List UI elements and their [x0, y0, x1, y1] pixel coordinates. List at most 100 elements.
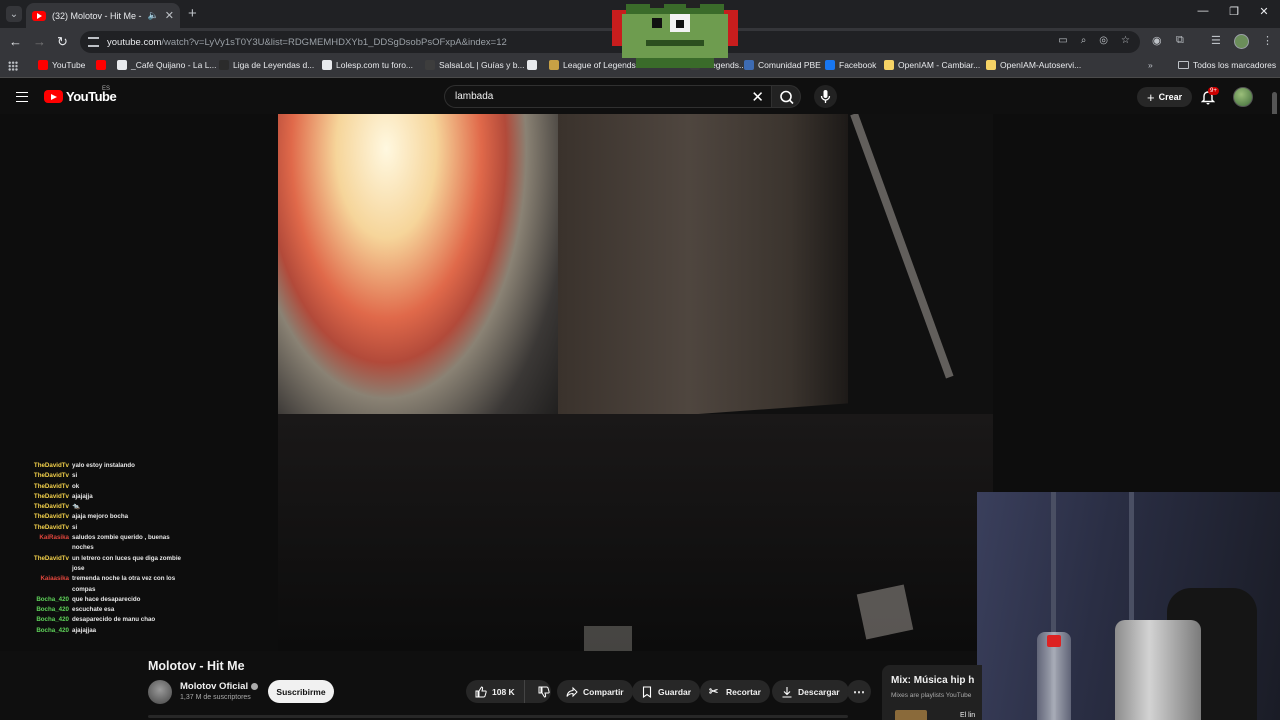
speaker-icon[interactable]: 🔈: [148, 10, 159, 21]
mix-playlist-panel[interactable]: Mix: Música hip h Mixes are playlists Yo…: [882, 665, 982, 720]
tab-title: (32) Molotov - Hit Me - YouTube: [52, 10, 142, 21]
chat-message: Bocha_420 escuchate esa: [32, 605, 202, 615]
video-player[interactable]: [278, 114, 993, 651]
apps-grid-icon[interactable]: [8, 61, 18, 71]
video-frame-paper: [584, 626, 632, 651]
subscribe-button[interactable]: Suscribirme: [268, 680, 334, 703]
bookmark-item[interactable]: OpenIAM-Autoservi...: [986, 60, 1081, 70]
chat-text: si: [72, 523, 78, 531]
chat-username: TheDavidTv: [33, 462, 69, 469]
bookmark-star-icon[interactable]: ☆: [1121, 35, 1130, 46]
channel-name[interactable]: Molotov Oficial: [180, 681, 259, 692]
account-avatar[interactable]: [1233, 87, 1253, 107]
youtube-logo[interactable]: YouTube ES: [44, 86, 117, 104]
address-bar[interactable]: youtube.com/watch?v=LyVy1sT0Y3U&list=RDG…: [80, 31, 1140, 53]
search-query: lambada: [455, 91, 494, 102]
search-button[interactable]: [771, 85, 801, 108]
like-button[interactable]: 108 K: [466, 680, 525, 703]
back-icon[interactable]: ←: [9, 34, 22, 49]
scissors-icon: ✂: [709, 685, 719, 698]
chat-username: TheDavidTv: [33, 492, 69, 500]
chat-text: ok: [72, 482, 80, 490]
chat-text: que hace desaparecido: [72, 595, 141, 603]
voice-search-button[interactable]: [814, 85, 837, 108]
bookmark-item[interactable]: OpenIAM - Cambiar...: [884, 60, 980, 70]
create-button[interactable]: + Crear: [1137, 87, 1193, 107]
bookmark-label: Comunidad PBE: [758, 60, 821, 70]
bookmark-item[interactable]: Lolesp.com tu foro...: [322, 60, 413, 70]
chat-text: ajajajjaa: [72, 626, 97, 634]
dislike-button[interactable]: [530, 680, 558, 703]
chat-text: ajaja mejoro bocha: [72, 513, 129, 521]
save-label: Guardar: [658, 686, 692, 697]
site-info-icon[interactable]: [88, 37, 99, 47]
channel-avatar[interactable]: [148, 680, 172, 704]
clip-button[interactable]: ✂ Recortar: [700, 680, 770, 703]
save-button[interactable]: Guardar: [632, 680, 701, 703]
eye-off-icon[interactable]: ◎: [1099, 35, 1108, 46]
thumbs-up-icon: [475, 685, 487, 697]
all-bookmarks-folder[interactable]: Todos los marcadores: [1178, 60, 1276, 70]
chat-message: TheDavidTv ajaja mejoro bocha: [32, 512, 202, 522]
more-bookmarks-icon[interactable]: »: [1148, 60, 1153, 70]
all-bookmarks-label: Todos los marcadores: [1193, 60, 1277, 70]
bookmark-favicon-icon: [219, 60, 229, 70]
search-input[interactable]: lambada ✕: [444, 85, 772, 108]
chat-username: TheDavidTv: [33, 554, 69, 562]
chat-username: Bocha_420: [36, 595, 69, 603]
bookmark-item[interactable]: Liga de Leyendas d...: [219, 60, 314, 70]
browser-tab[interactable]: (32) Molotov - Hit Me - YouTube 🔈 ✕: [26, 3, 180, 28]
reading-list-icon[interactable]: ☰: [1211, 34, 1221, 47]
bookmark-item[interactable]: [96, 60, 106, 70]
bookmark-label: Facebook: [839, 60, 877, 70]
zoom-icon[interactable]: ⌕: [1081, 35, 1087, 46]
share-button[interactable]: Compartir: [557, 680, 633, 703]
bookmark-label: SalsaLoL | Guías y b...: [439, 60, 525, 70]
chat-message: TheDavidTv un letrero con luces que diga …: [32, 554, 202, 575]
notification-badge: 9+: [1208, 87, 1219, 95]
bookmark-item[interactable]: _Café Quijano - La L...: [117, 60, 217, 70]
bookmark-item[interactable]: Facebook: [825, 60, 876, 70]
chat-username: TheDavidTv: [33, 513, 69, 521]
chat-message: TheDavidTv ok: [32, 482, 202, 492]
close-tab-icon[interactable]: ✕: [165, 9, 174, 22]
tab-search-button[interactable]: ⌄: [6, 6, 22, 22]
microphone-icon: [820, 90, 831, 103]
close-window-icon[interactable]: ✕: [1257, 5, 1271, 18]
browser-menu-icon[interactable]: ⋮: [1262, 34, 1273, 47]
bookmark-item[interactable]: [527, 60, 537, 70]
minimize-icon[interactable]: —: [1196, 5, 1210, 17]
chat-message: KaiRasika saludos zombie querido , buenas…: [32, 533, 202, 554]
bookmark-item[interactable]: YouTube: [38, 60, 85, 70]
new-tab-button[interactable]: +: [188, 5, 197, 22]
reload-icon[interactable]: ↻: [57, 34, 68, 50]
browser-profile-avatar[interactable]: [1234, 34, 1249, 49]
url-text: youtube.com/watch?v=LyVy1sT0Y3U&list=RDG…: [107, 36, 507, 48]
youtube-header: YouTube ES lambada ✕ + Crear 9+: [0, 79, 1280, 114]
mix-item-thumbnail[interactable]: [895, 710, 927, 720]
mix-item-title[interactable]: El lin: [960, 712, 975, 719]
bookmark-item[interactable]: SalsaLoL | Guías y b...: [425, 60, 525, 70]
chat-username: TheDavidTv: [33, 503, 69, 511]
bookmark-item[interactable]: Comunidad PBE: [744, 60, 821, 70]
extension-icon[interactable]: ◉: [1152, 34, 1162, 47]
bookmark-label: Lolesp.com tu foro...: [336, 60, 414, 70]
forward-icon[interactable]: →: [33, 34, 46, 49]
chat-username: TheDavidTv: [33, 482, 69, 490]
download-icon: [782, 686, 792, 698]
download-button[interactable]: Descargar: [772, 680, 849, 703]
restore-icon[interactable]: ❐: [1227, 5, 1241, 18]
verified-icon: [251, 683, 259, 690]
guide-menu-icon[interactable]: [16, 92, 28, 102]
bookmark-favicon-icon: [884, 60, 894, 70]
cast-icon[interactable]: ▭: [1058, 35, 1067, 46]
bookmark-label: _Café Quijano - La L...: [131, 60, 217, 70]
bookmark-favicon-icon: [322, 60, 332, 70]
bookmark-favicon-icon: [825, 60, 835, 70]
clear-search-icon[interactable]: ✕: [751, 88, 764, 106]
more-actions-button[interactable]: ⋯: [847, 680, 871, 703]
extensions-puzzle-icon[interactable]: ⧉: [1176, 34, 1184, 47]
chat-text: 🐀: [72, 503, 80, 511]
pixel-frog-overlay: [612, 0, 738, 68]
video-title: Molotov - Hit Me: [148, 659, 245, 673]
